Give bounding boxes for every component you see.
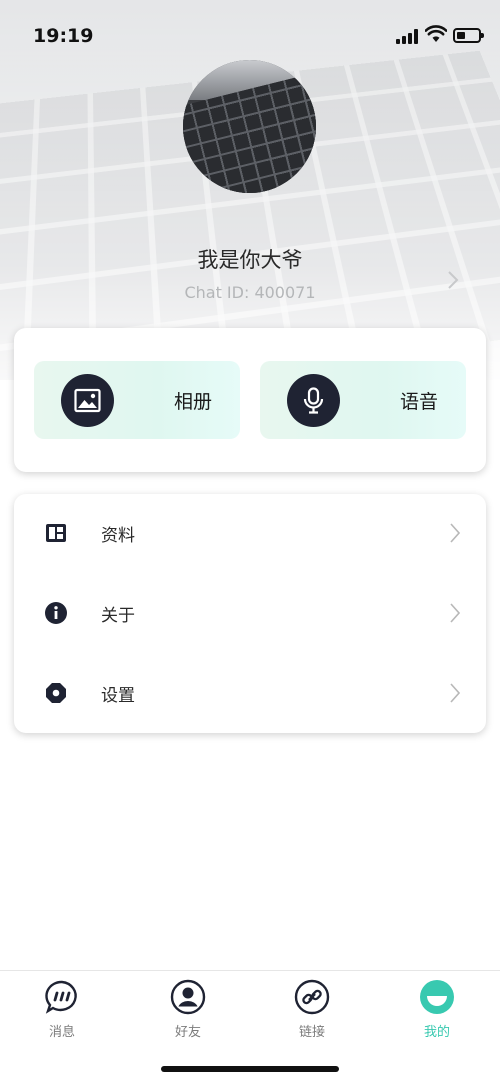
avatar[interactable]	[183, 60, 316, 193]
album-button[interactable]: 相册	[34, 361, 240, 439]
quick-actions-card: 相册 语音	[14, 328, 486, 472]
profile-name: 我是你大爷	[197, 248, 303, 272]
user-icon	[170, 979, 206, 1015]
tab-label: 好友	[174, 1025, 201, 1040]
microphone-icon	[287, 374, 340, 427]
menu-item-profile[interactable]: 资料	[14, 494, 486, 573]
settings-icon	[46, 683, 66, 703]
smile-icon	[420, 980, 454, 1014]
image-icon	[61, 374, 114, 427]
home-indicator[interactable]	[161, 1066, 339, 1072]
profile-chat-id: Chat ID: 400071	[184, 283, 316, 302]
info-icon	[45, 602, 67, 624]
voice-label: 语音	[399, 391, 438, 413]
chevron-right-icon	[450, 683, 460, 703]
profile-chevron-right-icon[interactable]	[447, 270, 459, 290]
chevron-right-icon	[450, 603, 460, 623]
battery-icon	[453, 28, 484, 43]
tab-mine[interactable]: 我的	[397, 979, 477, 1040]
tab-label: 我的	[423, 1025, 450, 1040]
voice-button[interactable]: 语音	[260, 361, 466, 439]
cellular-signal-icon	[396, 28, 420, 44]
tab-links[interactable]: 链接	[272, 979, 352, 1040]
album-label: 相册	[173, 391, 212, 413]
menu-item-label: 关于	[101, 606, 135, 626]
profile-card-icon	[46, 524, 66, 542]
tab-label: 消息	[48, 1025, 75, 1040]
status-time: 19:19	[33, 25, 94, 47]
chevron-right-icon	[450, 523, 460, 543]
tab-messages[interactable]: 消息	[22, 979, 102, 1040]
tab-label: 链接	[298, 1025, 325, 1040]
menu-item-about[interactable]: 关于	[14, 574, 486, 653]
menu-item-settings[interactable]: 设置	[14, 654, 486, 733]
chat-bubble-icon	[45, 980, 77, 1014]
link-icon	[294, 979, 330, 1015]
menu-card: 资料 关于 设置	[14, 494, 486, 733]
menu-item-label: 资料	[101, 526, 135, 546]
menu-item-label: 设置	[101, 686, 135, 706]
tab-friends[interactable]: 好友	[148, 979, 228, 1040]
wifi-icon	[425, 25, 447, 42]
